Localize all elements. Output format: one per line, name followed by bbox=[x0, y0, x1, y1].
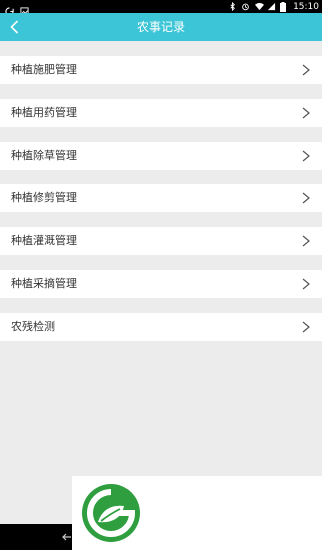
page-title: 农事记录 bbox=[136, 20, 185, 34]
image-icon bbox=[20, 1, 29, 16]
chevron-right-icon bbox=[302, 235, 310, 247]
menu-item-label: 种植采摘管理 bbox=[11, 277, 77, 290]
menu-item-fertilization[interactable]: 种植施肥管理 bbox=[0, 56, 322, 84]
menu-item-label: 农残检测 bbox=[11, 320, 55, 333]
chevron-right-icon bbox=[302, 321, 310, 333]
status-bar: 15:10 bbox=[0, 0, 322, 16]
chevron-right-icon bbox=[302, 278, 310, 290]
menu-item-irrigation[interactable]: 种植灌溉管理 bbox=[0, 227, 322, 255]
menu-item-pruning[interactable]: 种植修剪管理 bbox=[0, 184, 322, 212]
menu-item-label: 种植灌溉管理 bbox=[11, 234, 77, 247]
chevron-right-icon bbox=[302, 192, 310, 204]
signal-icon bbox=[267, 2, 276, 11]
menu-item-harvest[interactable]: 种植采摘管理 bbox=[0, 270, 322, 298]
menu-item-weeding[interactable]: 种植除草管理 bbox=[0, 142, 322, 170]
wifi-icon bbox=[254, 2, 265, 11]
menu-item-residue-test[interactable]: 农残检测 bbox=[0, 313, 322, 341]
back-arrow-icon[interactable] bbox=[62, 532, 72, 542]
menu-item-label: 种植除草管理 bbox=[11, 149, 77, 162]
alarm-icon bbox=[241, 2, 250, 11]
battery-icon bbox=[280, 2, 289, 12]
leaf-g-logo-icon bbox=[82, 484, 140, 542]
menu-item-label: 种植修剪管理 bbox=[11, 191, 77, 204]
menu-item-label: 种植施肥管理 bbox=[11, 63, 77, 76]
menu-item-pesticide[interactable]: 种植用药管理 bbox=[0, 99, 322, 127]
menu-item-label: 种植用药管理 bbox=[11, 106, 77, 119]
status-time: 15:10 bbox=[293, 1, 319, 12]
bluetooth-icon bbox=[228, 1, 237, 12]
chevron-right-icon bbox=[302, 150, 310, 162]
chevron-right-icon bbox=[302, 64, 310, 76]
sync-icon bbox=[5, 1, 14, 16]
logo-card bbox=[72, 476, 322, 550]
chevron-right-icon bbox=[302, 107, 310, 119]
title-bar: 农事记录 bbox=[0, 13, 322, 41]
